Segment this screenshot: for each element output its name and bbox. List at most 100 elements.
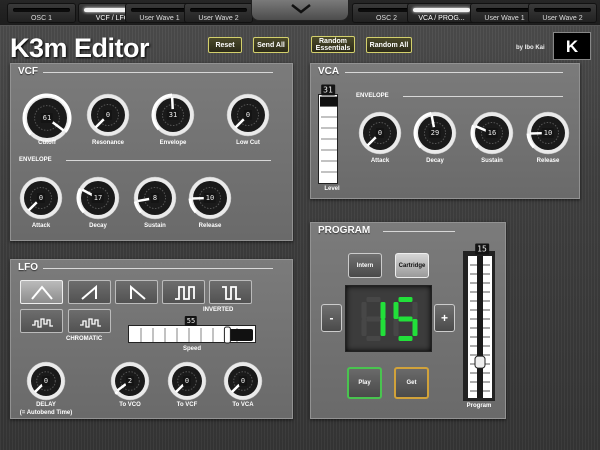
level-slider[interactable]	[318, 94, 338, 184]
send-all-button[interactable]: Send All	[253, 37, 289, 53]
tab-label: User Wave 2	[198, 15, 239, 22]
vcf-sustain-knob[interactable]: 8	[133, 176, 177, 220]
program-number-display	[345, 285, 432, 352]
program-title: PROGRAM	[318, 225, 371, 236]
vca-attack-label: Attack	[370, 158, 390, 164]
tab-label: User Wave 1	[139, 15, 180, 22]
random-all-button[interactable]: Random All	[366, 37, 412, 53]
vcf-attack-knob[interactable]: 0	[19, 176, 63, 220]
square-wave-icon	[175, 286, 195, 300]
knob-value: 8	[150, 193, 160, 203]
seven-segment-digits	[361, 297, 418, 341]
lfo-delay-knob[interactable]: 0	[26, 361, 66, 401]
program-increment-button[interactable]: +	[434, 304, 455, 332]
lfo-wave-chromatic-button[interactable]	[68, 309, 111, 333]
logo-letter: K	[565, 37, 579, 56]
knob-value: 0	[375, 128, 385, 138]
tab-user-wave-2-right[interactable]: User Wave 2	[528, 3, 597, 23]
cutoff-label: Cutoff	[38, 140, 56, 146]
lcd-segment	[380, 302, 386, 319]
cartridge-button[interactable]: Cartridge	[395, 253, 429, 278]
slider-track	[140, 326, 253, 344]
vca-release-knob[interactable]: 10	[526, 111, 570, 155]
random-wave-icon	[32, 318, 53, 328]
to-vca-label: To VCA	[232, 402, 254, 408]
program-decrement-button[interactable]: -	[321, 304, 342, 332]
vca-sustain-label: Sustain	[481, 158, 503, 164]
lfo-to-vcf-knob[interactable]: 0	[167, 361, 207, 401]
resonance-knob[interactable]: 0	[86, 93, 130, 137]
vca-divider	[345, 72, 563, 73]
vcf-decay-knob[interactable]: 17	[76, 176, 120, 220]
knob-value: 10	[541, 128, 555, 138]
vca-title: VCA	[318, 66, 340, 77]
lfo-to-vca-knob[interactable]: 0	[223, 361, 263, 401]
slider-thumb	[474, 355, 486, 369]
lcd-segment	[366, 297, 381, 302]
get-button[interactable]: Get	[394, 367, 429, 399]
slider-thumb	[320, 96, 338, 107]
knob-value: 0	[103, 110, 113, 120]
lcd-segment	[393, 319, 399, 336]
knob-value-arc	[114, 390, 119, 395]
tab-label: User Wave 1	[484, 15, 525, 22]
lfo-wave-saw-up-button[interactable]	[68, 280, 111, 304]
reset-button[interactable]: Reset	[208, 37, 242, 53]
slider-track	[468, 256, 492, 398]
to-vcf-label: To VCF	[176, 402, 198, 408]
slider-thumb	[223, 326, 231, 344]
speed-slider[interactable]	[128, 325, 256, 344]
vcf-divider	[43, 72, 273, 73]
tab-bar: OSC 1 VCF / LFO User Wave 1 User Wave 2 …	[0, 0, 600, 26]
play-button[interactable]: Play	[347, 367, 382, 399]
tab-user-wave-2-left[interactable]: User Wave 2	[184, 3, 253, 23]
lfo-divider	[43, 268, 273, 269]
vcf-release-knob[interactable]: 10	[188, 176, 232, 220]
knob-value: 16	[485, 128, 499, 138]
vca-envelope-heading: ENVELOPE	[356, 93, 389, 99]
to-vco-label: To VCO	[119, 402, 141, 408]
author-byline: by Ibo Kai	[516, 45, 545, 51]
knob-value: 10	[203, 193, 217, 203]
lcd-segment	[366, 316, 381, 322]
vca-release-label: Release	[536, 158, 560, 164]
lcd-segment	[412, 319, 418, 336]
vca-decay-label: Decay	[426, 158, 444, 164]
lfo-wave-triangle-button[interactable]	[20, 280, 63, 304]
tab-label: VCA / PROG...	[418, 15, 465, 22]
knob-value: 61	[40, 113, 54, 123]
lfo-wave-random-button[interactable]	[20, 309, 63, 333]
knob-value: 2	[125, 376, 135, 386]
program-slider[interactable]	[463, 251, 495, 401]
lcd-segment	[398, 336, 413, 341]
delay-sublabel: (= Autobend Time)	[19, 410, 73, 416]
collapse-toggle-button[interactable]	[251, 0, 349, 21]
vcf-release-label: Release	[198, 223, 222, 229]
low-cut-knob[interactable]: 0	[226, 93, 270, 137]
vcf-envelope-divider	[66, 160, 271, 161]
lcd-segment	[361, 302, 367, 319]
lfo-wave-square-inverted-button[interactable]	[209, 280, 252, 304]
triangle-wave-icon	[31, 285, 53, 300]
vca-decay-knob[interactable]: 29	[413, 111, 457, 155]
tab-vca-program[interactable]: VCA / PROG...	[407, 3, 476, 23]
vcf-decay-label: Decay	[89, 223, 107, 229]
lfo-wave-saw-down-button[interactable]	[115, 280, 158, 304]
vca-attack-knob[interactable]: 0	[358, 111, 402, 155]
tab-osc-1[interactable]: OSC 1	[7, 3, 76, 23]
knob-value: 17	[91, 193, 105, 203]
cutoff-knob[interactable]: 61	[22, 93, 72, 143]
knob-value: 0	[182, 376, 192, 386]
slider-groove	[477, 256, 483, 398]
random-essentials-button[interactable]: Random Essentials	[311, 36, 355, 53]
intern-button[interactable]: Intern	[348, 253, 382, 278]
vca-sustain-knob[interactable]: 16	[470, 111, 514, 155]
saw-down-wave-icon	[130, 284, 146, 300]
lfo-to-vco-knob[interactable]: 2	[110, 361, 150, 401]
vcf-envelope-heading: ENVELOPE	[19, 157, 52, 163]
tab-label: User Wave 2	[542, 15, 583, 22]
lcd-segment	[366, 336, 381, 341]
lfo-wave-square-button[interactable]	[162, 280, 205, 304]
vcf-envelope-amount-knob[interactable]: 31	[151, 93, 195, 137]
vcf-attack-label: Attack	[31, 223, 51, 229]
